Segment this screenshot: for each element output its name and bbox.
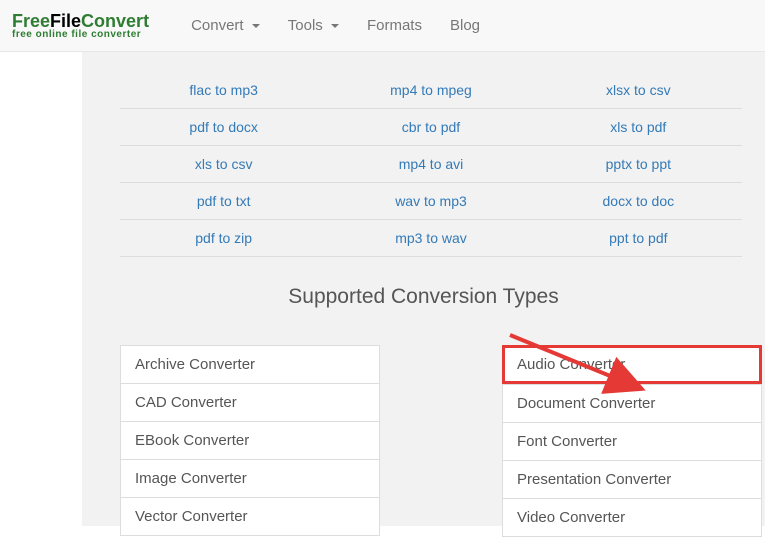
type-vector-converter[interactable]: Vector Converter xyxy=(120,497,380,536)
conversion-link[interactable]: flac to mp3 xyxy=(120,72,327,108)
conversion-link[interactable]: pptx to ppt xyxy=(535,146,742,182)
type-video-converter[interactable]: Video Converter xyxy=(502,498,762,537)
conversion-link[interactable]: pdf to docx xyxy=(120,109,327,145)
brand-part-free: Free xyxy=(12,11,50,31)
nav-formats-label: Formats xyxy=(367,17,422,34)
nav-convert[interactable]: Convert xyxy=(177,1,274,50)
conversion-types: Archive Converter CAD Converter EBook Co… xyxy=(120,345,765,537)
conversion-link[interactable]: pdf to zip xyxy=(120,220,327,256)
content-area: flac to mp3 mp4 to mpeg xlsx to csv pdf … xyxy=(82,52,765,526)
type-cad-converter[interactable]: CAD Converter xyxy=(120,383,380,421)
chevron-down-icon xyxy=(252,24,260,28)
nav-tools[interactable]: Tools xyxy=(274,1,353,50)
conversion-link[interactable]: xls to csv xyxy=(120,146,327,182)
nav-blog[interactable]: Blog xyxy=(436,1,494,50)
conversion-link[interactable]: cbr to pdf xyxy=(327,109,534,145)
table-row: flac to mp3 mp4 to mpeg xlsx to csv xyxy=(120,72,742,109)
brand-logo[interactable]: FreeFileConvert free online file convert… xyxy=(12,12,149,40)
table-row: xls to csv mp4 to avi pptx to ppt xyxy=(120,146,742,183)
types-column-left: Archive Converter CAD Converter EBook Co… xyxy=(120,345,380,537)
conversion-link[interactable]: wav to mp3 xyxy=(327,183,534,219)
conversion-link[interactable]: xls to pdf xyxy=(535,109,742,145)
type-ebook-converter[interactable]: EBook Converter xyxy=(120,421,380,459)
section-heading: Supported Conversion Types xyxy=(82,285,765,309)
nav-items: Convert Tools Formats Blog xyxy=(177,1,494,50)
brand-part-convert: Convert xyxy=(81,11,149,31)
brand-title: FreeFileConvert xyxy=(12,12,149,30)
conversion-link[interactable]: pdf to txt xyxy=(120,183,327,219)
chevron-down-icon xyxy=(331,24,339,28)
conversion-link[interactable]: docx to doc xyxy=(535,183,742,219)
conversion-link[interactable]: xlsx to csv xyxy=(535,72,742,108)
nav-convert-label: Convert xyxy=(191,17,244,34)
conversion-link[interactable]: mp4 to mpeg xyxy=(327,72,534,108)
type-archive-converter[interactable]: Archive Converter xyxy=(120,345,380,383)
conversion-link[interactable]: mp3 to wav xyxy=(327,220,534,256)
nav-formats[interactable]: Formats xyxy=(353,1,436,50)
type-presentation-converter[interactable]: Presentation Converter xyxy=(502,460,762,498)
navbar: FreeFileConvert free online file convert… xyxy=(0,0,765,52)
conversion-table: flac to mp3 mp4 to mpeg xlsx to csv pdf … xyxy=(120,72,742,257)
table-row: pdf to docx cbr to pdf xls to pdf xyxy=(120,109,742,146)
type-audio-converter[interactable]: Audio Converter xyxy=(502,345,762,384)
table-row: pdf to zip mp3 to wav ppt to pdf xyxy=(120,220,742,257)
nav-blog-label: Blog xyxy=(450,17,480,34)
nav-tools-label: Tools xyxy=(288,17,323,34)
type-document-converter[interactable]: Document Converter xyxy=(502,384,762,422)
table-row: pdf to txt wav to mp3 docx to doc xyxy=(120,183,742,220)
conversion-link[interactable]: mp4 to avi xyxy=(327,146,534,182)
type-image-converter[interactable]: Image Converter xyxy=(120,459,380,497)
brand-part-file: File xyxy=(50,11,81,31)
types-column-right: Audio Converter Document Converter Font … xyxy=(502,345,762,537)
conversion-link[interactable]: ppt to pdf xyxy=(535,220,742,256)
brand-subtitle: free online file converter xyxy=(12,30,149,40)
type-font-converter[interactable]: Font Converter xyxy=(502,422,762,460)
